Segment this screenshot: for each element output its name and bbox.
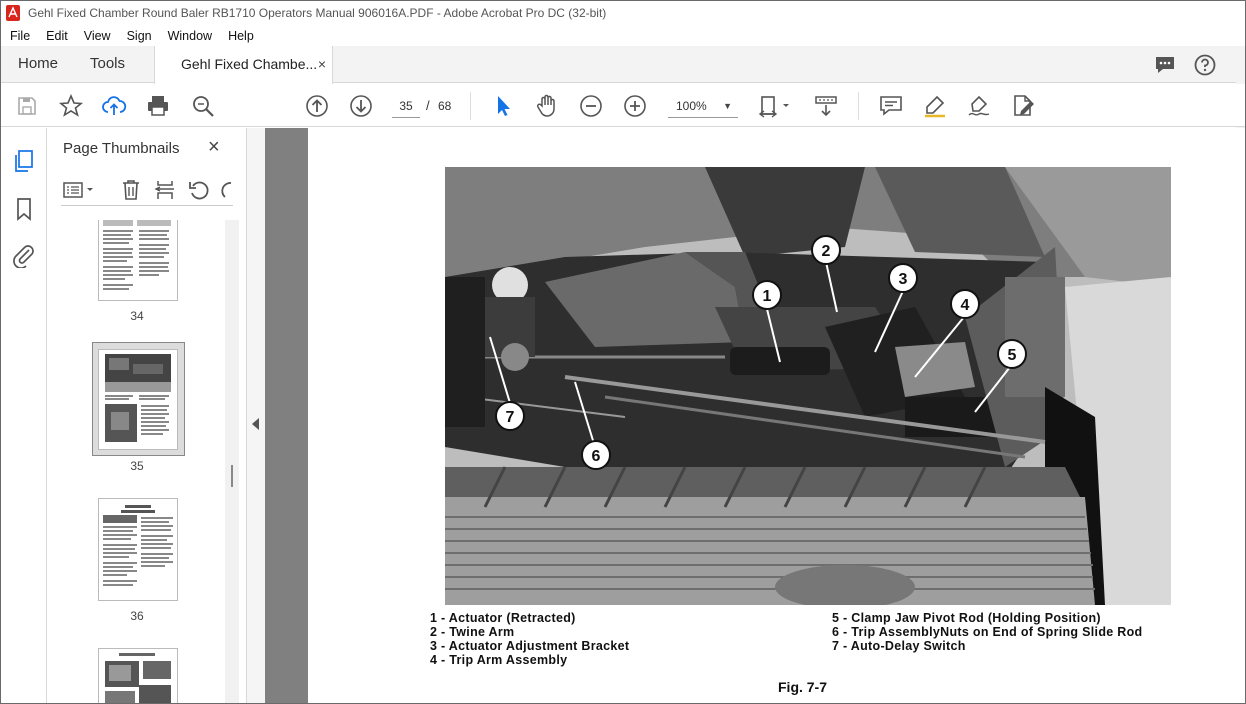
- tab-document-label: Gehl Fixed Chambe...: [181, 56, 318, 72]
- callout-1: 1: [763, 288, 772, 305]
- callout-7: 7: [506, 409, 515, 426]
- page-total: 68: [438, 99, 452, 113]
- thumbnail-photo-content: [105, 354, 171, 442]
- callout-4: 4: [961, 297, 970, 314]
- caption-item: 5 - Clamp Jaw Pivot Rod (Holding Positio…: [832, 611, 1101, 625]
- rotate-counterclockwise-icon[interactable]: [187, 178, 211, 202]
- caption-item: 2 - Twine Arm: [430, 625, 515, 639]
- zoom-out-icon[interactable]: [578, 93, 604, 119]
- menu-help[interactable]: Help: [220, 29, 262, 43]
- sign-pen-icon[interactable]: [966, 93, 992, 119]
- page-thumbnails-icon[interactable]: [11, 148, 37, 174]
- toolbar-divider: [858, 92, 859, 120]
- print-icon[interactable]: [145, 93, 171, 119]
- caption-list-left: 1 - Actuator (Retracted) 2 - Twine Arm 3…: [430, 611, 629, 667]
- caption-item: 7 - Auto-Delay Switch: [832, 639, 966, 653]
- highlight-pen-icon[interactable]: [922, 93, 948, 119]
- main-toolbar: 35 / 68 100% ▼: [0, 84, 1246, 127]
- scrollbar-thumb[interactable]: [231, 465, 233, 487]
- comment-bubble-icon[interactable]: [1153, 53, 1177, 77]
- menu-file[interactable]: File: [2, 29, 38, 43]
- thumbnail-photo-content: [105, 653, 171, 704]
- tab-bar: Home Tools Gehl Fixed Chambe... ×: [0, 46, 1246, 84]
- toolbar-divider: [470, 92, 471, 120]
- thumbnail-label-35: 35: [130, 459, 144, 473]
- thumbnail-text-content: [103, 220, 171, 290]
- zoom-in-icon[interactable]: [622, 93, 648, 119]
- thumbnail-toolbar: [61, 176, 233, 206]
- window-title: Gehl Fixed Chamber Round Baler RB1710 Op…: [28, 6, 607, 20]
- tab-document[interactable]: Gehl Fixed Chambe... ×: [154, 46, 333, 84]
- add-comment-icon[interactable]: [878, 93, 904, 119]
- hand-tool-icon[interactable]: [534, 93, 560, 119]
- tab-close-icon[interactable]: ×: [318, 46, 326, 82]
- page-thumbnail-36[interactable]: [98, 498, 178, 601]
- thumbnail-label-36: 36: [130, 609, 144, 623]
- menu-bar: File Edit View Sign Window Help: [0, 26, 1246, 46]
- page-number-input[interactable]: 35: [392, 94, 420, 118]
- caption-item: 4 - Trip Arm Assembly: [430, 653, 568, 667]
- rotate-clockwise-icon[interactable]: [219, 178, 233, 202]
- page-down-icon[interactable]: [348, 93, 374, 119]
- bookmark-icon[interactable]: [11, 196, 37, 222]
- page-thumbnails-panel: Page Thumbnails × 34 35 36: [47, 128, 247, 704]
- thumbnail-options-icon[interactable]: [61, 178, 97, 202]
- panel-title: Page Thumbnails: [63, 140, 180, 157]
- callout-6: 6: [592, 448, 601, 465]
- pdf-page: 1 2 3 4 5 6 7 1 - Actuator (Retracted) 2…: [308, 128, 1246, 704]
- caption-list-right: 5 - Clamp Jaw Pivot Rod (Holding Positio…: [832, 611, 1143, 653]
- attachment-icon[interactable]: [11, 242, 37, 268]
- chevron-down-icon: ▼: [723, 101, 732, 111]
- navigation-rail: [0, 128, 47, 704]
- page-thumbnail-35[interactable]: [98, 349, 178, 450]
- title-bar: Gehl Fixed Chamber Round Baler RB1710 Op…: [0, 0, 1246, 26]
- panel-collapse-strip[interactable]: [247, 128, 265, 704]
- tab-home[interactable]: Home: [18, 46, 58, 83]
- menu-window[interactable]: Window: [160, 29, 220, 43]
- search-icon[interactable]: [190, 93, 216, 119]
- page-fit-icon[interactable]: [757, 93, 795, 119]
- save-icon[interactable]: [14, 93, 40, 119]
- page-thumbnail-37[interactable]: [98, 648, 178, 704]
- bookmark-star-icon[interactable]: [58, 93, 84, 119]
- fill-sign-icon[interactable]: [1010, 93, 1036, 119]
- zoom-level-select[interactable]: 100% ▼: [668, 94, 738, 118]
- caption-item: 6 - Trip AssemblyNuts on End of Spring S…: [832, 625, 1143, 639]
- menu-view[interactable]: View: [76, 29, 119, 43]
- caption-item: 3 - Actuator Adjustment Bracket: [430, 639, 630, 653]
- callout-3: 3: [899, 271, 908, 288]
- baler-mechanism-photo: 1 2 3 4 5 6 7: [445, 167, 1171, 605]
- scroll-mode-icon[interactable]: [813, 93, 839, 119]
- cloud-upload-icon[interactable]: [101, 93, 127, 119]
- panel-close-icon[interactable]: ×: [208, 136, 220, 159]
- collapse-arrow-icon[interactable]: [252, 418, 259, 430]
- delete-page-icon[interactable]: [119, 178, 143, 202]
- tab-tools[interactable]: Tools: [90, 46, 125, 83]
- menu-sign[interactable]: Sign: [119, 29, 160, 43]
- acrobat-app-icon: [6, 5, 20, 21]
- zoom-level-value: 100%: [676, 99, 707, 113]
- insert-page-icon[interactable]: [153, 178, 177, 202]
- page-thumbnail-34[interactable]: [98, 220, 178, 301]
- callout-2: 2: [822, 243, 831, 260]
- menu-edit[interactable]: Edit: [38, 29, 76, 43]
- select-cursor-icon[interactable]: [490, 93, 516, 119]
- page-separator: /: [426, 98, 430, 113]
- caption-item: 1 - Actuator (Retracted): [430, 611, 576, 625]
- thumbnail-text-content: [103, 505, 173, 586]
- help-icon[interactable]: [1193, 53, 1217, 77]
- callout-5: 5: [1008, 347, 1017, 364]
- document-viewport[interactable]: 1 2 3 4 5 6 7 1 - Actuator (Retracted) 2…: [265, 128, 1246, 704]
- page-up-icon[interactable]: [304, 93, 330, 119]
- figure-label: Fig. 7-7: [778, 679, 828, 695]
- thumbnail-label-34: 34: [130, 309, 144, 323]
- thumbnail-scrollbar[interactable]: [225, 220, 239, 704]
